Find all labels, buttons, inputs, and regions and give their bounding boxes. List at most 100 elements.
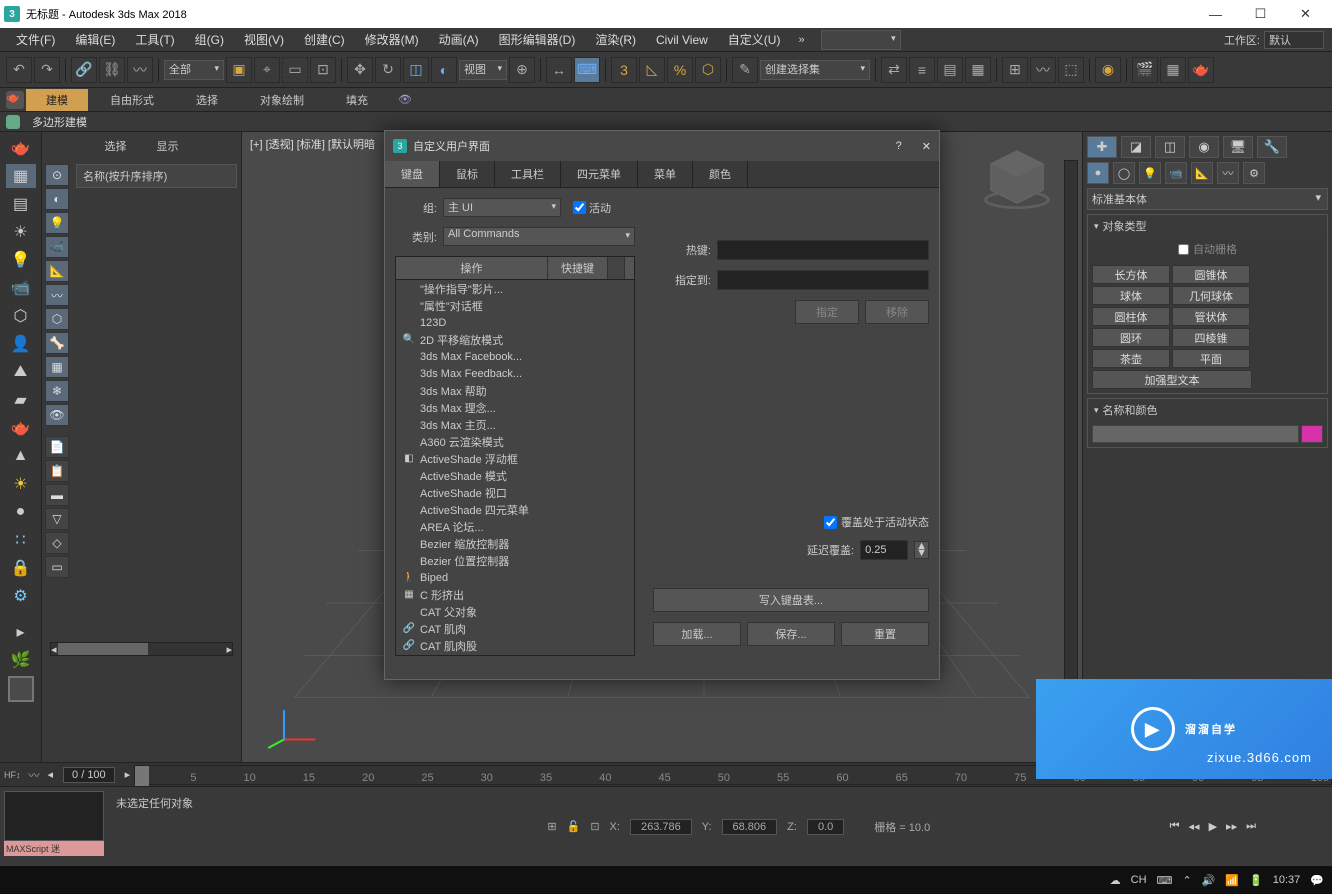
dialog-help-button[interactable]: ? bbox=[896, 140, 902, 153]
autogrid-checkbox[interactable] bbox=[1178, 244, 1189, 255]
hotkey-input[interactable] bbox=[717, 240, 929, 260]
strip-icon[interactable]: ● bbox=[6, 500, 36, 524]
move-button[interactable]: ✥ bbox=[347, 57, 373, 83]
tray-icon[interactable]: ☁ bbox=[1110, 874, 1121, 887]
tray-volume-icon[interactable]: 🔊 bbox=[1202, 874, 1216, 887]
edit-selection-set-button[interactable]: ✎ bbox=[732, 57, 758, 83]
col-hotkey[interactable]: 快捷键 bbox=[548, 257, 608, 279]
menu-group[interactable]: 组(G) bbox=[187, 29, 232, 50]
strip-icon[interactable]: ▰ bbox=[6, 388, 36, 412]
workspace-select[interactable]: 默认 bbox=[1264, 31, 1324, 49]
cmd-tab-create[interactable]: ✚ bbox=[1087, 136, 1117, 158]
action-row[interactable]: ActiveShade 视口 bbox=[396, 484, 634, 501]
filter-icon[interactable]: ◐ bbox=[45, 188, 69, 210]
cmd-tab-utilities[interactable]: 🔧 bbox=[1257, 136, 1287, 158]
filter-icon[interactable]: 💡 bbox=[45, 212, 69, 234]
primitive-geosphere-button[interactable]: 几何球体 bbox=[1172, 286, 1250, 305]
strip-icon[interactable]: ⚙ bbox=[6, 584, 36, 608]
scrollbar-h[interactable]: ◂▸ bbox=[50, 642, 233, 656]
spinner-snap-button[interactable]: ⬡ bbox=[695, 57, 721, 83]
dialog-close-button[interactable]: ✕ bbox=[922, 140, 931, 153]
cmd-tab-display[interactable]: 🖥 bbox=[1223, 136, 1253, 158]
strip-icon[interactable]: ⬡ bbox=[6, 304, 36, 328]
dlg-tab-colors[interactable]: 颜色 bbox=[693, 161, 748, 187]
dope-sheet-button[interactable]: 〰 bbox=[1030, 57, 1056, 83]
link-button[interactable]: 🔗 bbox=[71, 57, 97, 83]
object-type-dd[interactable]: 标准基本体 bbox=[1087, 188, 1328, 210]
lang-indicator[interactable]: CH bbox=[1131, 874, 1147, 886]
menu-overflow[interactable]: » bbox=[792, 34, 810, 46]
filter-icon[interactable]: 🦴 bbox=[45, 332, 69, 354]
delay-spinner[interactable]: ▲▼ bbox=[914, 541, 929, 559]
action-row[interactable]: 3ds Max Facebook... bbox=[396, 348, 634, 365]
filter-icon[interactable]: ❄ bbox=[45, 380, 69, 402]
tray-action-center[interactable]: 💬 bbox=[1310, 874, 1324, 887]
ribbon-tab-populate[interactable]: 填充 bbox=[326, 89, 388, 111]
mirror-button[interactable]: ⇄ bbox=[881, 57, 907, 83]
primitive-torus-button[interactable]: 圆环 bbox=[1092, 328, 1170, 347]
action-list[interactable]: "操作指导"影片..."属性"对话框123D🔍2D 平移缩放模式3ds Max … bbox=[396, 280, 634, 655]
strip-swatch[interactable] bbox=[8, 676, 34, 702]
strip-icon[interactable]: ∷ bbox=[6, 528, 36, 552]
filter-icon[interactable]: 📐 bbox=[45, 260, 69, 282]
filter-icon[interactable]: 📋 bbox=[45, 460, 69, 482]
undo-button[interactable]: ↶ bbox=[6, 57, 32, 83]
menu-view[interactable]: 视图(V) bbox=[236, 29, 292, 50]
action-row[interactable]: 123D bbox=[396, 314, 634, 331]
active-checkbox[interactable] bbox=[573, 201, 586, 214]
section-header-objtype[interactable]: 对象类型 bbox=[1088, 215, 1327, 237]
save-button[interactable]: 保存... bbox=[747, 622, 835, 646]
strip-icon[interactable]: ▤ bbox=[6, 192, 36, 216]
ribbon-tab-paint[interactable]: 对象绘制 bbox=[240, 89, 324, 111]
coord-y[interactable]: 68.806 bbox=[722, 819, 778, 835]
goto-end-button[interactable]: ⏭ bbox=[1242, 818, 1260, 835]
maximize-button[interactable]: ☐ bbox=[1238, 0, 1283, 28]
col-action[interactable]: 操作 bbox=[396, 257, 548, 279]
write-keyboard-button[interactable]: 写入键盘表... bbox=[653, 588, 929, 612]
create-spacewarps-button[interactable]: 〰 bbox=[1217, 162, 1239, 184]
angle-snap-button[interactable]: ◺ bbox=[639, 57, 665, 83]
tab-select[interactable]: 选择 bbox=[105, 138, 127, 154]
render-setup-button[interactable]: 🎬 bbox=[1132, 57, 1158, 83]
snap-toggle-button[interactable]: 3 bbox=[611, 57, 637, 83]
filter-icon[interactable]: ▬ bbox=[45, 484, 69, 506]
create-helpers-button[interactable]: 📐 bbox=[1191, 162, 1213, 184]
primitive-textplus-button[interactable]: 加强型文本 bbox=[1092, 370, 1252, 389]
viewport-scroll-v[interactable] bbox=[1064, 160, 1078, 738]
dlg-tab-quad[interactable]: 四元菜单 bbox=[561, 161, 638, 187]
strip-icon[interactable]: 🌿 bbox=[6, 648, 36, 672]
filter-icon[interactable]: 〰 bbox=[45, 284, 69, 306]
load-button[interactable]: 加载... bbox=[653, 622, 741, 646]
category-select[interactable]: All Commands bbox=[443, 227, 635, 246]
lock-icon[interactable]: 🔓 bbox=[567, 820, 581, 833]
dlg-tab-menus[interactable]: 菜单 bbox=[638, 161, 693, 187]
render-button[interactable]: 🫖 bbox=[1188, 57, 1214, 83]
filter-icon[interactable]: 📹 bbox=[45, 236, 69, 258]
filter-icon[interactable]: ▭ bbox=[45, 556, 69, 578]
primitive-pyramid-button[interactable]: 四棱锥 bbox=[1172, 328, 1250, 347]
menu-tools[interactable]: 工具(T) bbox=[127, 29, 182, 50]
keyboard-shortcut-button[interactable]: ⌨ bbox=[574, 57, 600, 83]
menu-civilview[interactable]: Civil View bbox=[648, 31, 716, 49]
rotate-button[interactable]: ↻ bbox=[375, 57, 401, 83]
action-row[interactable]: ActiveShade 模式 bbox=[396, 467, 634, 484]
dlg-tab-toolbar[interactable]: 工具栏 bbox=[495, 161, 561, 187]
primitive-plane-button[interactable]: 平面 bbox=[1172, 349, 1250, 368]
filter-icon[interactable]: ◇ bbox=[45, 532, 69, 554]
ribbon-tab-modeling[interactable]: 建模 bbox=[26, 89, 88, 111]
delay-input[interactable] bbox=[860, 540, 908, 560]
primitive-cone-button[interactable]: 圆锥体 bbox=[1172, 265, 1250, 284]
manipulate-button[interactable]: ↔ bbox=[546, 57, 572, 83]
render-frame-button[interactable]: ▦ bbox=[1160, 57, 1186, 83]
create-shapes-button[interactable]: ◯ bbox=[1113, 162, 1135, 184]
selection-filter-dd[interactable]: 全部 bbox=[164, 60, 224, 80]
override-checkbox[interactable] bbox=[824, 516, 837, 529]
select-by-name-button[interactable]: ⌖ bbox=[254, 57, 280, 83]
action-row[interactable]: CAT 父对象 bbox=[396, 603, 634, 620]
scale-button[interactable]: ◫ bbox=[403, 57, 429, 83]
filter-icon[interactable]: 📄 bbox=[45, 436, 69, 458]
action-row[interactable]: ◧ActiveShade 浮动框 bbox=[396, 450, 634, 467]
ref-coord-dd[interactable]: 视图 bbox=[459, 60, 507, 80]
action-row[interactable]: "操作指导"影片... bbox=[396, 280, 634, 297]
minimize-button[interactable]: — bbox=[1193, 0, 1238, 28]
